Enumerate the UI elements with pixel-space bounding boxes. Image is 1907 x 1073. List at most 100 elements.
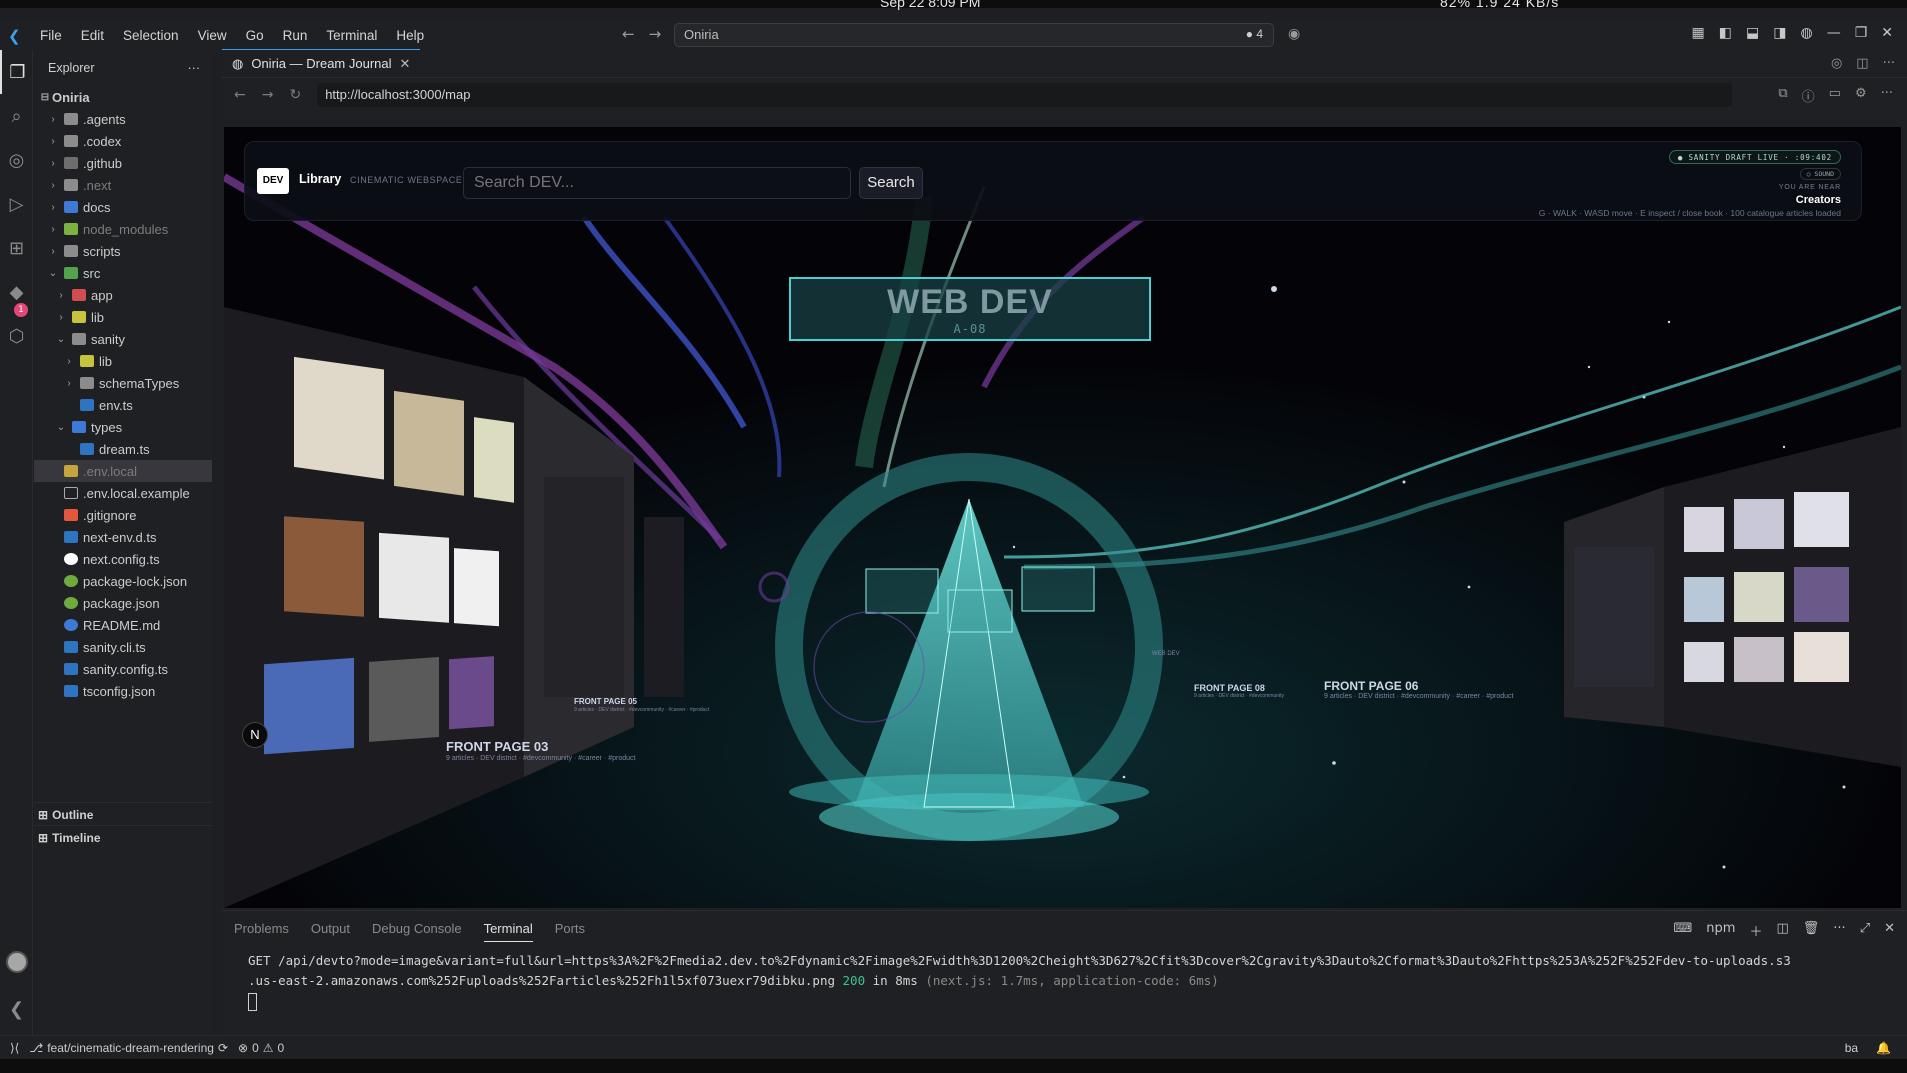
- layout-icon[interactable]: ▦: [1692, 25, 1705, 41]
- tree-item[interactable]: .env.local: [34, 460, 212, 482]
- copilot-icon[interactable]: ◉: [1288, 26, 1300, 42]
- vscode-small-icon[interactable]: ❮: [0, 987, 33, 1031]
- front-page-label[interactable]: FRONT PAGE 08: [1194, 683, 1265, 693]
- globe-icon[interactable]: ◍: [1800, 25, 1812, 41]
- tree-item[interactable]: package.json: [34, 592, 212, 614]
- tree-item[interactable]: › schemaTypes: [34, 372, 212, 394]
- dev-search-input[interactable]: [463, 167, 851, 199]
- explorer-icon[interactable]: ❐: [0, 50, 33, 94]
- tree-item[interactable]: › .github: [34, 152, 212, 174]
- url-input[interactable]: http://localhost:3000/map: [317, 83, 1733, 107]
- browser-more-icon[interactable]: ···: [1881, 86, 1893, 105]
- dev-logo[interactable]: DEV: [257, 168, 289, 194]
- bell-icon[interactable]: 🔔: [1876, 1041, 1891, 1055]
- 3d-scene[interactable]: [224, 127, 1901, 908]
- menu-edit[interactable]: Edit: [81, 28, 104, 43]
- new-terminal-icon[interactable]: ＋: [1749, 921, 1762, 940]
- toggle-secondary-sidebar-icon[interactable]: ◨: [1773, 25, 1786, 41]
- toggle-panel-icon[interactable]: ⬓: [1746, 25, 1759, 41]
- panel-tab-ports[interactable]: Ports: [555, 921, 585, 936]
- timeline-section[interactable]: ⊞ Timeline: [34, 825, 212, 849]
- tree-item[interactable]: next-env.d.ts: [34, 526, 212, 548]
- menu-view[interactable]: View: [198, 28, 227, 43]
- dev-search-button[interactable]: Search: [859, 167, 923, 199]
- more-actions-icon[interactable]: ···: [188, 61, 201, 75]
- tree-item[interactable]: .gitignore: [34, 504, 212, 526]
- forward-arrow-icon[interactable]: →: [649, 25, 662, 43]
- screenshot-icon[interactable]: ⧉: [1778, 86, 1787, 105]
- toggle-sidebar-icon[interactable]: ◧: [1719, 25, 1732, 41]
- front-page-label[interactable]: FRONT PAGE 06: [1324, 679, 1418, 693]
- tree-item[interactable]: README.md: [34, 614, 212, 636]
- back-arrow-icon[interactable]: ←: [622, 25, 635, 43]
- tree-item[interactable]: .env.local.example: [34, 482, 212, 504]
- github-icon[interactable]: ◎: [0, 138, 33, 182]
- close-panel-icon[interactable]: ✕: [1884, 921, 1895, 940]
- tree-item[interactable]: dream.ts: [34, 438, 212, 460]
- tree-item[interactable]: › .agents: [34, 108, 212, 130]
- tree-item[interactable]: next.config.ts: [34, 548, 212, 570]
- branch-item[interactable]: ⎇ feat/cinematic-dream-rendering ⟳: [29, 1041, 228, 1055]
- menu-file[interactable]: File: [40, 28, 62, 43]
- account-avatar[interactable]: [5, 951, 28, 973]
- search-icon[interactable]: ⌕: [0, 94, 33, 138]
- info-icon[interactable]: ⓘ: [1802, 86, 1815, 105]
- panel-tab-terminal[interactable]: Terminal: [483, 921, 533, 942]
- problems-item[interactable]: ⊗ 0 ⚠ 0: [238, 1041, 284, 1055]
- trash-icon[interactable]: 🗑: [1803, 921, 1820, 940]
- run-debug-icon[interactable]: ▷: [0, 182, 33, 226]
- menu-go[interactable]: Go: [246, 28, 264, 43]
- terminal-output[interactable]: GET /api/devto?mode=image&variant=full&u…: [222, 945, 1907, 1011]
- tree-item[interactable]: › lib: [34, 306, 212, 328]
- tree-item[interactable]: env.ts: [34, 394, 212, 416]
- tree-item[interactable]: sanity.config.ts: [34, 658, 212, 680]
- panel-tab-problems[interactable]: Problems: [234, 921, 289, 936]
- tree-item[interactable]: › .codex: [34, 130, 212, 152]
- command-center[interactable]: Oniria ● 4: [674, 23, 1274, 47]
- tab-dream-journal[interactable]: ◍ Oniria — Dream Journal ✕: [222, 49, 421, 77]
- maximize-panel-icon[interactable]: ⤢: [1860, 921, 1870, 940]
- tree-item[interactable]: ⌄ src: [34, 262, 212, 284]
- menu-terminal[interactable]: Terminal: [326, 28, 377, 43]
- webpage-viewport[interactable]: WEB DEV A-08 DEV Library CINEMATIC WEBSP…: [224, 127, 1901, 908]
- tree-item[interactable]: › docs: [34, 196, 212, 218]
- n-button[interactable]: N: [242, 722, 268, 748]
- tree-item[interactable]: package-lock.json: [34, 570, 212, 592]
- menu-selection[interactable]: Selection: [123, 28, 179, 43]
- tree-item[interactable]: › scripts: [34, 240, 212, 262]
- panel-more-icon[interactable]: ···: [1833, 921, 1845, 940]
- tree-item[interactable]: › node_modules: [34, 218, 212, 240]
- tab-more-icon[interactable]: ···: [1883, 56, 1895, 71]
- outline-section[interactable]: ⊞ Outline: [34, 802, 212, 826]
- tree-item[interactable]: sanity.cli.ts: [34, 636, 212, 658]
- panel-tab-output[interactable]: Output: [311, 921, 350, 936]
- devtools-icon[interactable]: ⚙: [1855, 86, 1867, 105]
- split-terminal-icon[interactable]: ◫: [1776, 921, 1788, 940]
- workspace-root[interactable]: ⊟ Oniria: [34, 86, 212, 108]
- tree-item[interactable]: › app: [34, 284, 212, 306]
- split-editor-icon[interactable]: ◫: [1856, 56, 1868, 71]
- reload-icon[interactable]: ↻: [289, 87, 301, 103]
- front-page-label[interactable]: FRONT PAGE 05: [574, 697, 637, 706]
- menu-help[interactable]: Help: [396, 28, 424, 43]
- tree-item[interactable]: tsconfig.json: [34, 680, 212, 702]
- minimize-icon[interactable]: —: [1827, 25, 1841, 41]
- restore-icon[interactable]: ❐: [1855, 25, 1868, 41]
- remote-indicator-icon[interactable]: ⟩⟨: [10, 1041, 19, 1055]
- tree-item[interactable]: ⌄ sanity: [34, 328, 212, 350]
- tree-item[interactable]: ⌄ types: [34, 416, 212, 438]
- panel-tab-debug-console[interactable]: Debug Console: [372, 921, 462, 936]
- browser-back-icon[interactable]: ←: [234, 87, 246, 103]
- browser-forward-icon[interactable]: →: [262, 87, 274, 103]
- tree-item[interactable]: › .next: [34, 174, 212, 196]
- shell-label[interactable]: npm: [1706, 921, 1735, 940]
- close-window-icon[interactable]: ✕: [1881, 25, 1893, 41]
- tree-item[interactable]: › lib: [34, 350, 212, 372]
- status-right-text[interactable]: ba: [1845, 1041, 1858, 1055]
- copilot-chat-icon[interactable]: ◎: [1831, 56, 1842, 71]
- menu-run[interactable]: Run: [283, 28, 308, 43]
- remote-icon[interactable]: ⬡: [0, 314, 33, 358]
- sound-toggle[interactable]: ○ SOUND: [1799, 168, 1841, 180]
- device-icon[interactable]: ▭: [1829, 86, 1841, 105]
- front-page-label[interactable]: FRONT PAGE 03: [446, 739, 548, 754]
